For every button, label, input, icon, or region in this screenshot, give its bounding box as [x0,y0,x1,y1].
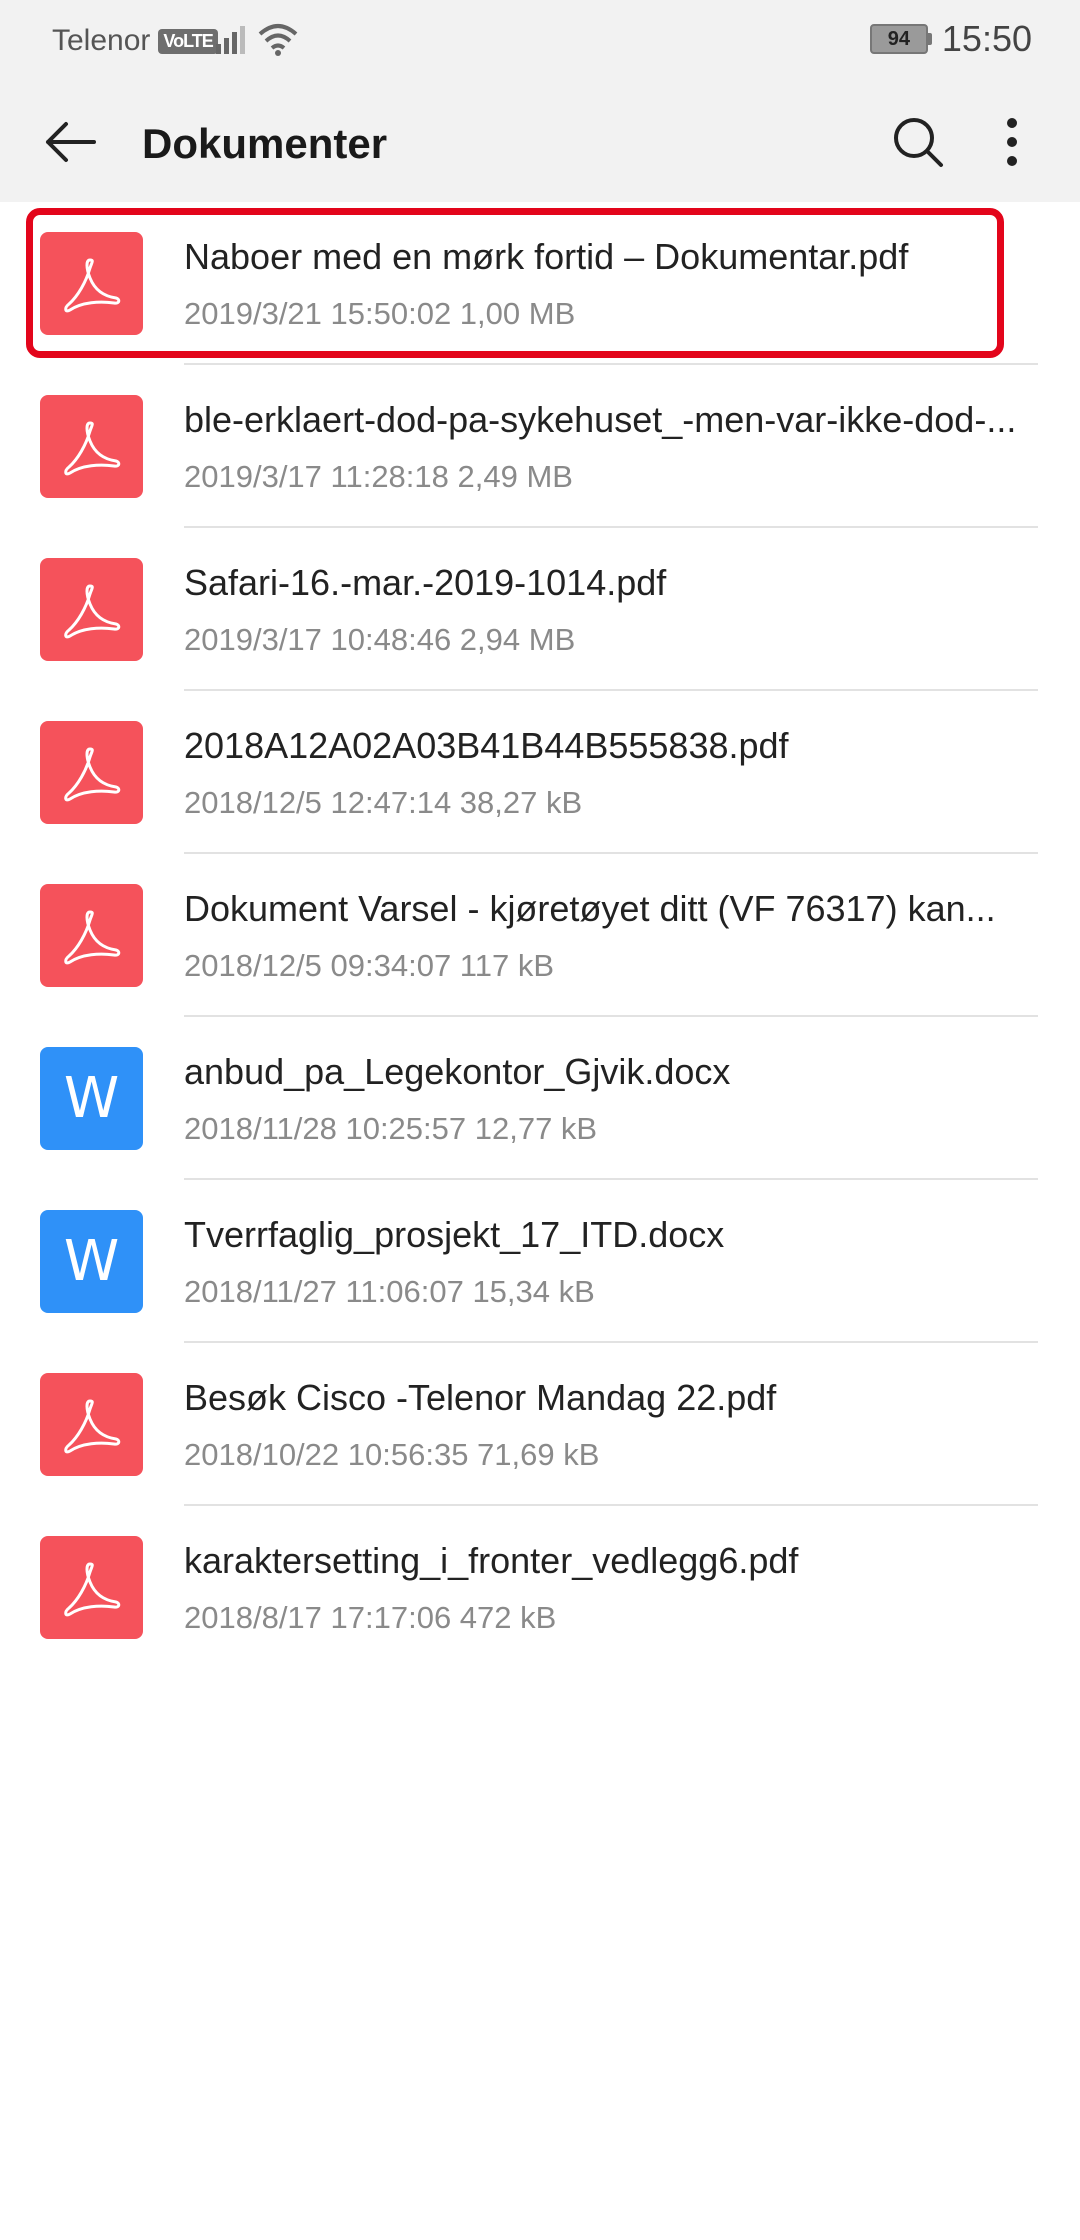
word-file-icon: W [40,1210,143,1313]
file-meta: 2018/8/17 17:17:06 472 kB [184,1600,557,1635]
file-meta: 2019/3/21 15:50:02 1,00 MB [184,296,576,331]
battery-icon: 94 [869,24,932,54]
status-right: 94 15:50 [869,18,1032,60]
pdf-file-icon [40,232,143,335]
pdf-file-icon [40,1373,143,1476]
page-title: Dokumenter [142,120,388,167]
selection-highlight [26,208,1004,358]
more-vert-icon [1007,118,1017,166]
pdf-file-icon [40,395,143,498]
pdf-file-icon [40,721,143,824]
file-list: Naboer med en mørk fortid – Dokumentar.p… [0,202,1080,1669]
status-bar: Telenor VoLTE 94 15:50 [0,0,1080,82]
file-row[interactable]: Wanbud_pa_Legekontor_Gjvik.docx 2018/11/2… [0,1017,1080,1180]
file-name: ble-erklaert-dod-pa-sykehuset_-men-var-i… [184,399,1017,440]
file-meta: 2018/10/22 10:56:35 71,69 kB [184,1437,600,1472]
pdf-file-icon [40,884,143,987]
file-name: Tverrfaglig_prosjekt_17_ITD.docx [184,1214,725,1255]
file-row[interactable]: Dokument Varsel - kjøretøyet ditt (VF 76… [0,854,1080,1017]
file-meta: 2019/3/17 10:48:46 2,94 MB [184,622,576,657]
file-meta: 2018/11/28 10:25:57 12,77 kB [184,1111,598,1146]
wifi-icon [258,24,298,56]
carrier: Telenor VoLTE [52,24,218,58]
file-name: anbud_pa_Legekontor_Gjvik.docx [184,1051,731,1092]
file-row[interactable]: Besøk Cisco -Telenor Mandag 22.pdf 2018/1… [0,1343,1080,1506]
file-meta: 2019/3/17 11:28:18 2,49 MB [184,459,573,494]
file-meta: 2018/12/5 09:34:07 117 kB [184,948,555,983]
search-icon [894,118,943,167]
file-meta: 2018/12/5 12:47:14 38,27 kB [184,785,583,820]
file-name: 2018A12A02A03B41B44B555838.pdf [184,725,789,766]
file-name: Naboer med en mørk fortid – Dokumentar.p… [184,236,909,277]
volte-badge: VoLTE [158,28,218,54]
file-row[interactable]: karaktersetting_i_fronter_vedlegg6.pdf 20… [0,1506,1080,1669]
signal-icon [216,26,245,54]
pdf-file-icon [40,558,143,661]
file-name: Dokument Varsel - kjøretøyet ditt (VF 76… [184,888,996,929]
battery-level: 94 [869,24,928,54]
back-button[interactable] [30,106,110,178]
file-row[interactable]: Naboer med en mørk fortid – Dokumentar.p… [0,202,1080,365]
more-options-button[interactable] [982,106,1042,178]
word-file-icon: W [40,1047,143,1150]
file-meta: 2018/11/27 11:06:07 15,34 kB [184,1274,595,1309]
file-row[interactable]: W Tverrfaglig_prosjekt_17_ITD.docx 2018/11… [0,1180,1080,1343]
app-bar: Dokumenter [0,82,1080,202]
file-row[interactable]: 2018A12A02A03B41B44B555838.pdf 2018/12/5 … [0,691,1080,854]
file-name: Safari-16.-mar.-2019-1014.pdf [184,562,667,603]
header-area: Telenor VoLTE 94 15:50 Dokumenter [0,0,1080,202]
file-row[interactable]: ble-erklaert-dod-pa-sykehuset_-men-var-i… [0,365,1080,528]
file-name: karaktersetting_i_fronter_vedlegg6.pdf [184,1540,799,1581]
pdf-file-icon [40,1536,143,1639]
clock: 15:50 [941,18,1032,59]
back-arrow-icon [46,122,96,162]
file-name: Besøk Cisco -Telenor Mandag 22.pdf [184,1377,777,1418]
search-button[interactable] [878,106,958,178]
carrier-name: Telenor [52,24,151,57]
file-row[interactable]: Safari-16.-mar.-2019-1014.pdf 2019/3/17 1… [0,528,1080,691]
